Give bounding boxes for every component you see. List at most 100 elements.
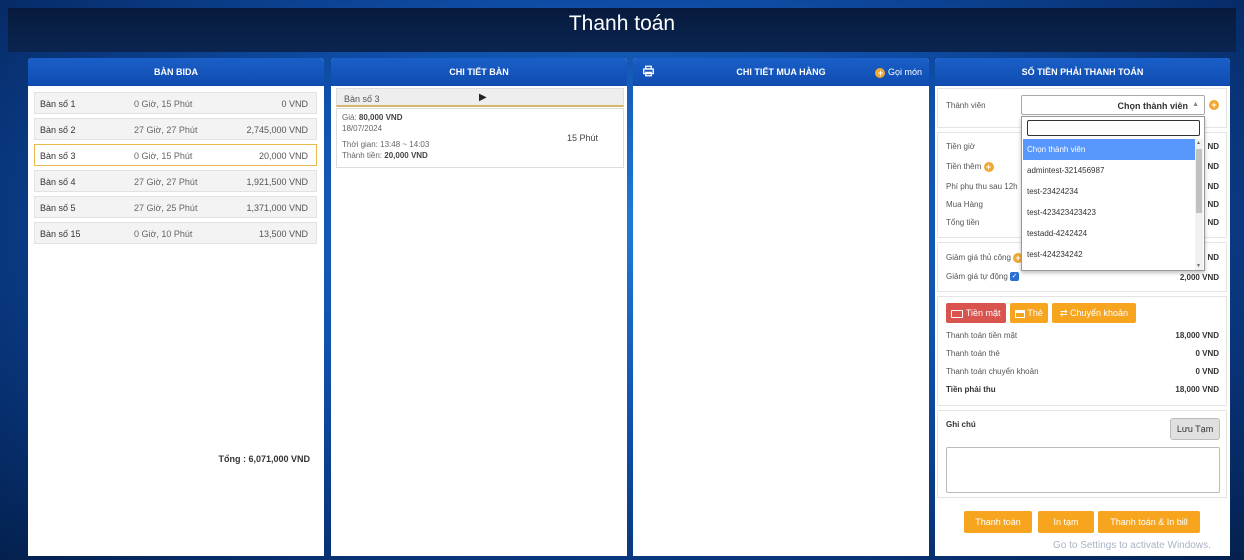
dropdown-scrollbar[interactable]: ▲ ▼ (1195, 139, 1203, 270)
member-option[interactable]: admintest-321456987 (1023, 160, 1197, 181)
detail-time: Thời gian: 13:48 ~ 14:03 (342, 140, 430, 149)
detail-table-body: Giá: 80,000 VND 18/07/2024 Thời gian: 13… (336, 108, 624, 168)
table-time: 0 Giờ, 10 Phút (134, 229, 193, 239)
add-member-icon[interactable]: + (1209, 100, 1219, 110)
cash-button-label: Tiền mặt (965, 308, 1001, 318)
total-label: Tổng tiền (946, 218, 980, 227)
extra-label: Tiền thêm + (946, 162, 994, 172)
printer-icon[interactable] (643, 65, 654, 77)
surcharge-label: Phí phụ thu sau 12h (946, 182, 1018, 191)
table-time: 27 Giờ, 27 Phút (134, 125, 198, 135)
purchases-panel: CHI TIẾT MUA HÀNG + Gọi món (633, 58, 929, 556)
payment-panel-header: SỐ TIỀN PHẢI THANH TOÁN (935, 58, 1230, 86)
table-price: 1,921,500 VND (246, 177, 308, 187)
table-name: Bàn số 4 (40, 177, 76, 187)
table-price: 2,745,000 VND (246, 125, 308, 135)
summary-label: Thanh toán chuyển khoản (946, 367, 1039, 376)
manual-discount-label: Giảm giá thủ công + (946, 253, 1024, 263)
manual-discount-text: Giảm giá thủ công (946, 253, 1011, 263)
summary-value: 0 VND (1195, 367, 1219, 376)
detail-amount: Thành tiền: 20,000 VND (342, 151, 428, 160)
transfer-button[interactable]: ⇄ Chuyển khoản (1052, 303, 1136, 323)
member-option[interactable]: Chọn thành viên (1023, 139, 1197, 160)
member-select-value: Chọn thành viên (1117, 101, 1189, 111)
table-name: Bàn số 2 (40, 125, 76, 135)
scroll-up-icon[interactable]: ▲ (1196, 140, 1201, 146)
total-value-suffix: ND (1207, 218, 1219, 227)
save-temp-button[interactable]: Lưu Tạm (1170, 418, 1220, 440)
note-label: Ghi chú (946, 420, 976, 429)
page-title: Thanh toán (568, 12, 676, 35)
table-row[interactable]: Bàn số 4 27 Giờ, 27 Phút 1,921,500 VND (34, 170, 317, 192)
extra-label-text: Tiền thêm (946, 162, 982, 172)
purchase-value-suffix: ND (1207, 200, 1219, 209)
member-option[interactable]: testadd-4242424 (1023, 223, 1197, 244)
table-time: 0 Giờ, 15 Phút (134, 151, 193, 161)
auto-discount-checkbox[interactable]: ✓ (1010, 272, 1020, 282)
table-name: Bàn số 5 (40, 203, 76, 213)
member-search-input[interactable] (1027, 120, 1200, 136)
summary-value: 0 VND (1195, 349, 1219, 358)
table-time: 27 Giờ, 27 Phút (134, 177, 198, 187)
purchases-panel-title: CHI TIẾT MUA HÀNG (736, 67, 826, 77)
plus-icon: + (875, 67, 886, 78)
table-row[interactable]: Bàn số 5 27 Giờ, 25 Phút 1,371,000 VND (34, 196, 317, 218)
table-name: Bàn số 3 (40, 151, 76, 161)
table-row[interactable]: Bàn số 3 0 Giờ, 15 Phút 20,000 VND (34, 144, 317, 166)
cash-button[interactable]: Tiền mặt (946, 303, 1006, 323)
table-price: 0 VND (281, 99, 308, 109)
cash-icon (951, 309, 964, 318)
table-time: 27 Giờ, 25 Phút (134, 203, 198, 213)
member-option[interactable]: test-424234242 (1023, 244, 1197, 265)
member-dropdown: Chọn thành viên admintest-321456987 test-2… (1021, 116, 1205, 271)
hours-label: Tiền giờ (946, 142, 975, 151)
transfer-button-label: Chuyển khoản (1070, 308, 1129, 318)
member-option[interactable]: test-423423423423 (1023, 202, 1197, 223)
detail-date: 18/07/2024 (342, 124, 383, 133)
note-textarea[interactable] (946, 447, 1220, 493)
purchase-label: Mua Hàng (946, 200, 983, 209)
play-icon[interactable]: ▶ (479, 92, 487, 103)
member-label: Thành viên (946, 101, 986, 110)
table-price: 1,371,000 VND (246, 203, 308, 213)
detail-panel-header: CHI TIẾT BÀN (331, 58, 627, 86)
auto-discount-label: Giảm giá tự động ✓ (946, 272, 1020, 282)
scroll-thumb[interactable] (1196, 149, 1202, 213)
tables-panel-header: BÀN BIDA (28, 58, 324, 86)
tables-total: Tổng : 6,071,000 VND (218, 454, 310, 464)
table-name: Bàn số 1 (40, 99, 76, 109)
table-row[interactable]: Bàn số 15 0 Giờ, 10 Phút 13,500 VND (34, 222, 317, 244)
table-row[interactable]: Bàn số 2 27 Giờ, 27 Phút 2,745,000 VND (34, 118, 317, 140)
surcharge-value-suffix: ND (1207, 182, 1219, 191)
table-price: 13,500 VND (258, 229, 308, 239)
summary-label: Thanh toán tiền mặt (946, 331, 1018, 340)
summary-label: Thanh toán thẻ (946, 349, 1000, 358)
summary-value: 18,000 VND (1175, 385, 1219, 394)
summary-value: 18,000 VND (1175, 331, 1219, 340)
pay-print-button[interactable]: Thanh toán & In bill (1098, 511, 1200, 533)
detail-table-header[interactable]: Bàn số 3 ▶ (336, 88, 624, 107)
detail-duration: 15 Phút (567, 133, 599, 143)
table-row[interactable]: Bàn số 1 0 Giờ, 15 Phút 0 VND (34, 92, 317, 114)
auto-discount-text: Giảm giá tự động (946, 272, 1008, 281)
add-extra-icon[interactable]: + (983, 162, 994, 172)
auto-discount-value: 2,000 VND (1179, 273, 1219, 282)
member-option[interactable]: test-23424234 (1023, 181, 1197, 202)
hours-value-suffix: ND (1207, 142, 1219, 151)
manual-discount-suffix: ND (1207, 253, 1219, 262)
detail-price: Giá: 80,000 VND (342, 113, 403, 122)
order-button[interactable]: + Gọi món (875, 58, 922, 86)
windows-activation-watermark: Go to Settings to activate Windows. (1053, 540, 1211, 551)
print-temp-button[interactable]: In tạm (1038, 511, 1094, 533)
member-select[interactable]: Chọn thành viên ▲ (1021, 95, 1205, 115)
transfer-icon: ⇄ (1059, 308, 1068, 318)
pay-button[interactable]: Thanh toán (964, 511, 1032, 533)
caret-up-icon: ▲ (1192, 101, 1199, 108)
purchases-panel-header: CHI TIẾT MUA HÀNG + Gọi món (633, 58, 929, 86)
card-button[interactable]: Thẻ (1010, 303, 1048, 323)
detail-table-name: Bàn số 3 (344, 94, 380, 104)
scroll-down-icon[interactable]: ▼ (1196, 263, 1201, 269)
table-name: Bàn số 15 (40, 229, 81, 239)
extra-value-suffix: ND (1207, 162, 1219, 171)
summary-label: Tiền phải thu (946, 385, 996, 394)
